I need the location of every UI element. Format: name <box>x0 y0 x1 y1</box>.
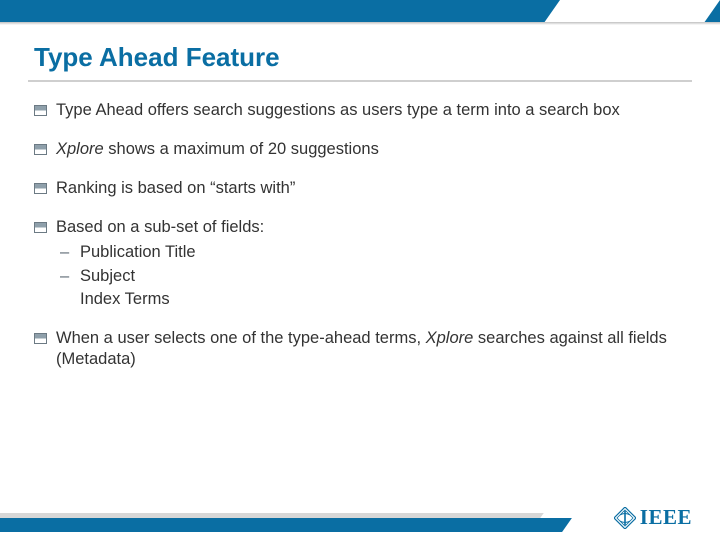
product-name: Xplore <box>56 140 104 158</box>
header-band <box>0 0 720 22</box>
ieee-logo: IEEE <box>614 505 692 530</box>
bullet-text: When a user selects one of the type-ahea… <box>56 329 426 347</box>
sub-bullet-item: Publication Title <box>60 242 686 263</box>
sub-bullet-item: Index Terms <box>60 289 686 310</box>
bullet-text: shows a maximum of 20 suggestions <box>104 140 379 158</box>
ieee-diamond-icon <box>614 507 636 529</box>
product-name: Xplore <box>426 329 474 347</box>
bullet-item: Type Ahead offers search suggestions as … <box>34 100 686 121</box>
bullet-item: When a user selects one of the type-ahea… <box>34 328 686 370</box>
bullet-item: Ranking is based on “starts with” <box>34 178 686 199</box>
slide-content: Type Ahead offers search suggestions as … <box>34 100 686 388</box>
sub-bullet-list: Publication Title Subject Index Terms <box>60 242 686 309</box>
bullet-item: Xplore shows a maximum of 20 suggestions <box>34 139 686 160</box>
bullet-text: Type Ahead offers search suggestions as … <box>56 101 620 119</box>
title-underline <box>28 80 692 82</box>
sub-bullet-item: Subject <box>60 266 686 287</box>
header-shadow <box>0 22 720 25</box>
bullet-text: Based on a sub-set of fields: <box>56 218 264 236</box>
sub-bullet-text: Publication Title <box>80 243 196 261</box>
bullet-list: Type Ahead offers search suggestions as … <box>34 100 686 370</box>
footer-blue-band <box>0 518 545 532</box>
ieee-logo-text: IEEE <box>640 505 692 530</box>
sub-bullet-text: Subject <box>80 267 135 285</box>
slide-title: Type Ahead Feature <box>34 42 280 73</box>
sub-bullet-text: Index Terms <box>80 290 170 308</box>
bullet-text: Ranking is based on “starts with” <box>56 179 295 197</box>
bullet-item: Based on a sub-set of fields: Publicatio… <box>34 217 686 309</box>
